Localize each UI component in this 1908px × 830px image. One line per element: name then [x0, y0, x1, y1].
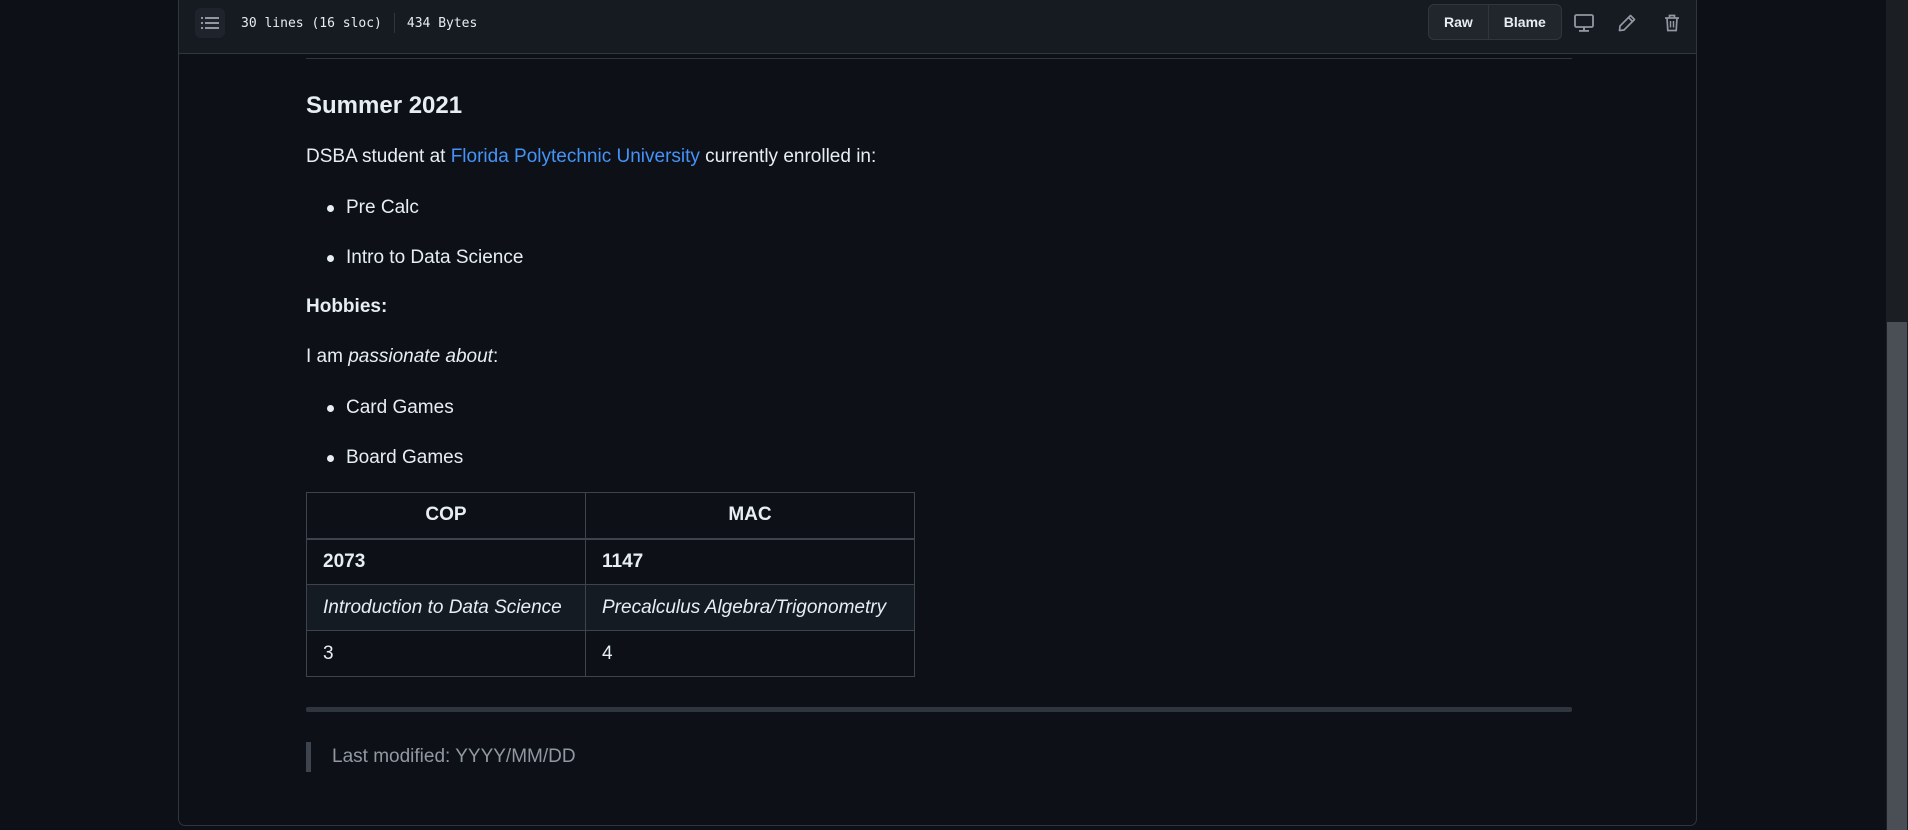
blame-button[interactable]: Blame: [1487, 5, 1561, 39]
file-view: 30 lines (16 sloc) 434 Bytes Raw Blame S…: [178, 0, 1697, 826]
edit-button[interactable]: [1612, 8, 1642, 38]
list-item: Board Games: [306, 446, 463, 496]
intro-paragraph: DSBA student at Florida Polytechnic Univ…: [306, 146, 876, 168]
table-cell: 1147: [585, 538, 915, 585]
courses-table: COP MAC 2073 1147 Introduction to Data S…: [306, 492, 915, 677]
table-cell: 2073: [306, 538, 586, 585]
list-item: Card Games: [306, 396, 463, 446]
display-icon: [1574, 14, 1594, 32]
raw-button[interactable]: Raw: [1429, 5, 1488, 39]
passion-prefix: I am: [306, 346, 349, 367]
table-cell: 4: [585, 630, 915, 677]
delete-button[interactable]: [1657, 8, 1687, 38]
table-header-cell: MAC: [585, 492, 915, 540]
file-info: 30 lines (16 sloc) 434 Bytes: [241, 13, 477, 33]
section-heading: Summer 2021: [306, 92, 463, 119]
passion-paragraph: I am passionate about:: [306, 346, 498, 368]
intro-prefix: DSBA student at: [306, 146, 451, 167]
lines-info: 30 lines (16 sloc): [241, 15, 382, 31]
list-item: Intro to Data Science: [306, 246, 523, 296]
raw-blame-group: Raw Blame: [1428, 4, 1562, 40]
display-button[interactable]: [1569, 8, 1599, 38]
table-cell: Introduction to Data Science: [306, 584, 586, 631]
table-header-row: COP MAC: [306, 492, 915, 540]
table-cell: 3: [306, 630, 586, 677]
file-header: 30 lines (16 sloc) 434 Bytes Raw Blame: [179, 0, 1696, 54]
hobbies-label: Hobbies:: [306, 296, 388, 317]
outline-button[interactable]: [195, 8, 225, 38]
horizontal-rule: [306, 707, 1572, 712]
size-info: 434 Bytes: [406, 15, 478, 31]
outline-list-icon: [201, 17, 219, 29]
table-row: 2073 1147: [306, 538, 915, 585]
last-modified-quote: Last modified: YYYY/MM/DD: [306, 742, 576, 772]
trash-icon: [1665, 14, 1679, 32]
table-header-cell: COP: [306, 492, 586, 540]
horizontal-rule: [306, 58, 1572, 59]
pencil-icon: [1618, 14, 1636, 32]
scrollbar-thumb[interactable]: [1887, 322, 1907, 830]
list-item: Pre Calc: [306, 196, 523, 246]
passion-suffix: :: [492, 346, 499, 367]
university-link[interactable]: Florida Polytechnic University: [451, 146, 700, 167]
divider: [393, 13, 395, 33]
table-cell: Precalculus Algebra/Trigonometry: [585, 584, 915, 631]
table-row: Introduction to Data Science Precalculus…: [306, 584, 915, 631]
hobbies-list: Card Games Board Games: [306, 396, 463, 496]
passion-emphasis: passionate about: [348, 346, 493, 367]
courses-list: Pre Calc Intro to Data Science: [306, 196, 523, 296]
intro-suffix: currently enrolled in:: [699, 146, 877, 167]
table-row: 3 4: [306, 630, 915, 677]
